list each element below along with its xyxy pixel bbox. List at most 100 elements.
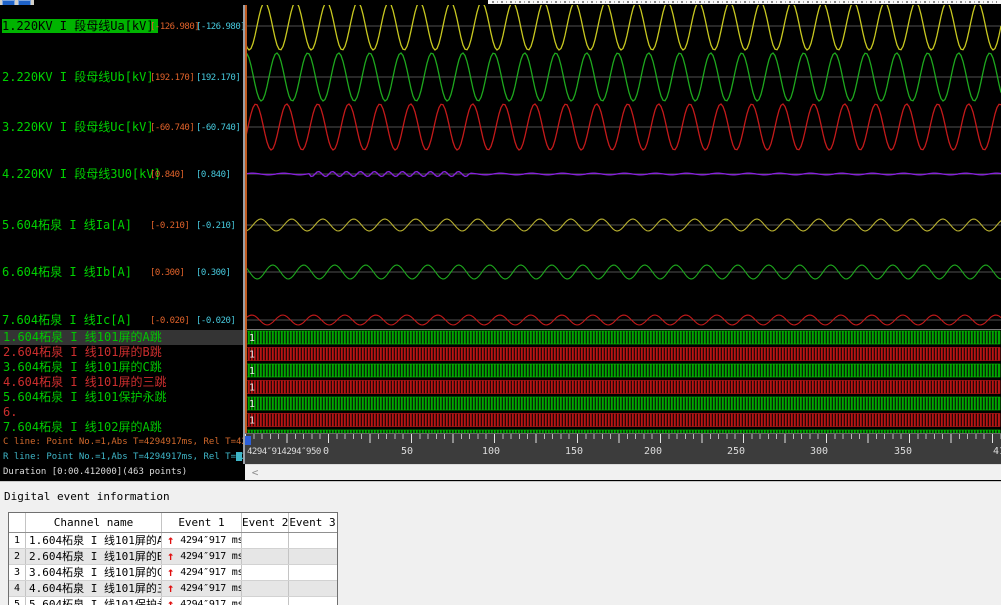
event-section-title: Digital event information [4,490,170,503]
analog-channel-value-c: [-126.980] [150,21,199,33]
header-event-3: Event 3 [289,513,336,532]
analog-channel-value-c: [192.170] [150,72,194,84]
header-index [9,513,26,532]
svg-text:1: 1 [249,416,255,427]
analog-channel-value-c: [-0.210] [150,220,189,232]
analog-channel-row[interactable]: 6.604柘泉 I 线Ib[A] [0.300] [0.300] [0,265,243,280]
row-event-2 [242,597,289,605]
svg-text:1: 1 [249,366,255,377]
digital-channel-row[interactable]: 2.604柘泉 I 线101屏的B跳 [0,345,243,360]
digital-channel-row[interactable]: 7.604柘泉 I 线102屏的A跳 [0,420,243,435]
fault-oscillography-window: 1.220KV I 段母线Ua[kV] [-126.980] [-126.980… [0,0,1001,605]
ruler-label: 350 [894,446,912,457]
ruler-label: 100 [482,446,500,457]
r-cursor-marker[interactable] [236,452,242,461]
row-event-2 [242,565,289,580]
row-index: 5 [9,597,26,605]
ruler-label: 250 [727,446,745,457]
time-ruler[interactable]: 4294″914294″950 0 50 100 150 200 250 300… [245,433,1001,464]
row-index: 3 [9,565,26,580]
row-channel-name: 4.604柘泉 I 线101屏的三跳 [26,581,162,596]
analog-channel-label[interactable]: 2.220KV I 段母线Ub[kV] [2,70,154,84]
row-channel-name: 1.604柘泉 I 线101屏的A跳 [26,533,162,548]
ruler-label: 0 [323,446,329,457]
horizontal-scrollbar[interactable]: < [245,464,1001,480]
event-table-row[interactable]: 1 1.604柘泉 I 线101屏的A跳 ↑ 4294″917 ms [9,533,337,549]
ruler-ticks [245,434,1001,444]
analog-channel-value-r: [-0.210] [196,220,235,232]
analog-channel-row[interactable]: 2.220KV I 段母线Ub[kV] [192.170] [192.170] [0,70,243,85]
event-table-row[interactable]: 3 3.604柘泉 I 线101屏的C跳 ↑4294″917 ms [9,565,337,581]
row-event-1: ↑ 4294″917 ms [162,581,242,596]
digital-channel-row[interactable]: 5.604柘泉 I 线101保护永跳 [0,390,243,405]
row-event-3 [289,565,336,580]
event-table-row[interactable]: 2 2.604柘泉 I 线101屏的B跳 ↑4294″917 ms [9,549,337,565]
row-event-1: ↑4294″917 ms [162,549,242,564]
titlebar-clipped-text [488,0,1001,4]
header-channel-name: Channel name [26,513,162,532]
waveform-canvas[interactable]: 1111111 [245,5,1001,433]
analog-channel-label[interactable]: 1.220KV I 段母线Ua[kV] [2,19,158,33]
row-event-2 [242,533,289,548]
analog-channel-label[interactable]: 5.604柘泉 I 线Ia[A] [2,218,132,232]
row-event-3 [289,581,336,596]
analog-channel-row[interactable]: 3.220KV I 段母线Uc[kV] [-60.740] [-60.740] [0,120,243,135]
duration-status: Duration [0:00.412000](463 points) [0,466,243,479]
event-time: 4294″917 ms [180,581,242,596]
digital-channel-row[interactable]: 4.604柘泉 I 线101屏的三跳 [0,375,243,390]
rising-edge-icon: ↑ [167,565,174,580]
analog-channel-label[interactable]: 4.220KV I 段母线3U0[kV] [2,167,161,181]
event-table: Channel name Event 1 Event 2 Event 3 1 1… [8,512,338,605]
analog-channel-value-c: [0.840] [150,169,184,181]
event-time: 4294″917 ms [180,597,242,605]
analog-channel-label[interactable]: 7.604柘泉 I 线Ic[A] [2,313,132,327]
row-index: 4 [9,581,26,596]
svg-text:1: 1 [249,350,255,361]
analog-channel-row[interactable]: 7.604柘泉 I 线Ic[A] [-0.020] [-0.020] [0,313,243,328]
event-table-row[interactable]: 5 5.604柘泉 I 线101保护永跳 ↑4294″917 ms [9,597,337,605]
event-time: 4294″917 ms [180,549,242,564]
analog-channel-value-c: [0.300] [150,267,184,279]
analog-channel-row[interactable]: 4.220KV I 段母线3U0[kV] [0.840] [0.840] [0,167,243,182]
digital-channel-row[interactable]: 6. [0,405,243,420]
row-event-2 [242,581,289,596]
analog-channel-value-r: [-0.020] [196,315,235,327]
digital-channel-row[interactable]: 3.604柘泉 I 线101屏的C跳 [0,360,243,375]
event-table-row[interactable]: 4 4.604柘泉 I 线101屏的三跳 ↑ 4294″917 ms [9,581,337,597]
svg-text:1: 1 [249,383,255,394]
analog-channel-value-r: [0.300] [196,267,230,279]
analog-channel-value-c: [-60.740] [150,122,194,134]
header-event-2: Event 2 [242,513,289,532]
row-index: 1 [9,533,26,548]
analog-channel-value-r: [0.840] [196,169,230,181]
cursor-position-marker[interactable] [245,436,251,445]
ruler-label: 41 [993,446,1001,457]
analog-channel-label[interactable]: 3.220KV I 段母线Uc[kV] [2,120,154,134]
row-event-3 [289,597,336,605]
ruler-label: 150 [565,446,583,457]
svg-text:1: 1 [249,333,255,344]
rising-edge-icon: ↑ [167,533,174,548]
analog-channel-value-r: [-60.740] [196,122,240,134]
analog-channel-label[interactable]: 6.604柘泉 I 线Ib[A] [2,265,132,279]
r-cursor-status: R line: Point No.=1,Abs T=4294917ms, Rel… [0,451,243,464]
event-time: 4294″917 ms [180,533,242,548]
row-event-1: ↑ 4294″917 ms [162,533,242,548]
c-cursor-status: C line: Point No.=1,Abs T=4294917ms, Rel… [0,436,243,449]
row-event-1: ↑4294″917 ms [162,565,242,580]
rising-edge-icon: ↑ [167,581,174,596]
row-event-3 [289,549,336,564]
event-info-section: Digital event information Channel name E… [0,481,1001,605]
row-channel-name: 3.604柘泉 I 线101屏的C跳 [26,565,162,580]
analog-channel-value-r: [192.170] [196,72,240,84]
scroll-left-icon[interactable]: < [247,466,263,479]
svg-text:1: 1 [249,399,255,410]
analog-channel-row[interactable]: 1.220KV I 段母线Ua[kV] [-126.980] [-126.980… [0,19,243,34]
digital-channel-row[interactable]: 1.604柘泉 I 线101屏的A跳 [0,330,243,345]
ruler-label: 4294″914294″950 [247,447,321,457]
row-index: 2 [9,549,26,564]
row-channel-name: 2.604柘泉 I 线101屏的B跳 [26,549,162,564]
header-event-1: Event 1 [162,513,242,532]
row-channel-name: 5.604柘泉 I 线101保护永跳 [26,597,162,605]
analog-channel-row[interactable]: 5.604柘泉 I 线Ia[A] [-0.210] [-0.210] [0,218,243,233]
